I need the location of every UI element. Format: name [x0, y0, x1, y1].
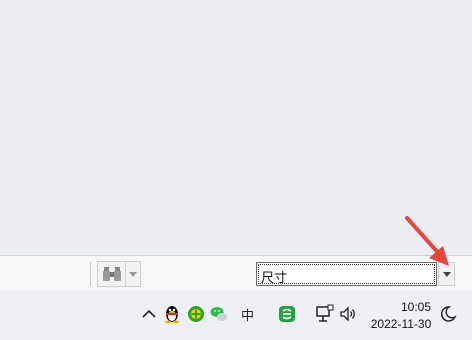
clock-time[interactable]: 10:05: [392, 300, 440, 314]
size-selector-value: 尺寸: [261, 270, 288, 285]
moon-icon[interactable]: [438, 304, 458, 324]
taskbar: 中 10:05 2022-11-30: [0, 290, 472, 340]
binoculars-icon: [103, 267, 121, 281]
size-dropdown-button[interactable]: [438, 262, 455, 286]
qq-penguin-icon[interactable]: [162, 304, 182, 324]
green-plus-icon[interactable]: [186, 304, 206, 324]
ime-chinese-indicator[interactable]: 中: [241, 305, 254, 324]
size-selector-input[interactable]: 尺寸: [256, 262, 437, 286]
document-canvas: [0, 0, 472, 255]
find-dropdown-button[interactable]: [125, 262, 140, 286]
status-bar: 尺寸: [0, 255, 472, 290]
toolbar-separator: [90, 262, 91, 286]
wps-icon[interactable]: [277, 304, 297, 324]
network-icon[interactable]: [314, 304, 334, 324]
find-button[interactable]: [97, 261, 141, 287]
wechat-icon[interactable]: [209, 304, 229, 324]
chevron-up-icon[interactable]: [139, 304, 159, 324]
clock-date[interactable]: 2022-11-30: [368, 317, 434, 331]
volume-icon[interactable]: [338, 304, 358, 324]
